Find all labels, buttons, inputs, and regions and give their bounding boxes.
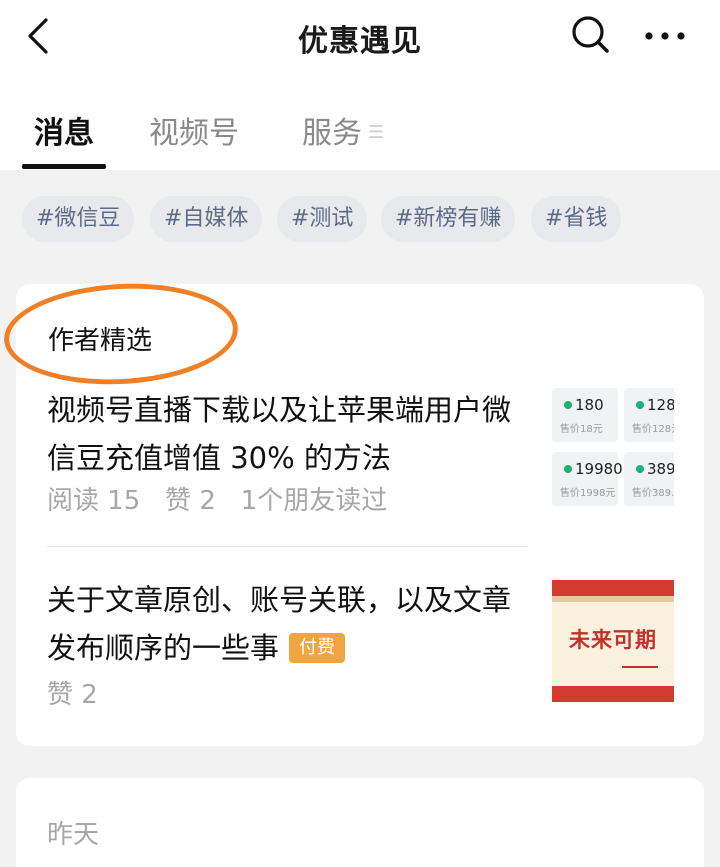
hashtag-row: #微信豆 #自媒体 #测试 #新榜有赚 #省钱	[0, 196, 720, 242]
divider	[47, 546, 527, 547]
section-title: 作者精选	[48, 326, 153, 356]
bean-price-tile: 128 售价128元	[624, 388, 674, 442]
page-title: 优惠遇见	[298, 24, 422, 59]
tab-messages[interactable]: 消息	[34, 108, 94, 152]
bean-icon	[636, 465, 644, 473]
article-title-text: 关于文章原创、账号关联，以及文章发布顺序的一些事	[47, 583, 512, 665]
bean-icon	[564, 401, 572, 409]
bean-price: 售价18元	[560, 424, 603, 435]
bean-price-tile: 3898 售价389.8元	[624, 452, 674, 506]
hashtag-chip[interactable]: #自媒体	[150, 196, 263, 242]
bean-amount: 128	[647, 396, 674, 414]
search-icon[interactable]	[568, 12, 612, 56]
bean-amount: 180	[575, 396, 604, 414]
article-thumbnail[interactable]: 180 售价18元 128 售价128元 19980 售价1998元 3898 …	[552, 388, 674, 510]
date-label: 昨天	[47, 820, 100, 850]
hashtag-chip[interactable]: #新榜有赚	[381, 196, 516, 242]
menu-icon[interactable]: ☰	[368, 122, 384, 143]
bean-amount: 3898	[647, 460, 674, 478]
bean-price: 售价128元	[632, 424, 674, 435]
history-card: 昨天	[16, 778, 704, 867]
more-dots-icon[interactable]	[640, 14, 690, 54]
hashtag-chip[interactable]: #微信豆	[22, 196, 135, 242]
article-meta: 赞 2	[47, 680, 98, 710]
tab-services[interactable]: 服务	[302, 108, 362, 152]
tab-bar: 消息 视频号 服务 ☰	[0, 92, 720, 170]
top-bar: 优惠遇见 消息 视频号 服务 ☰	[0, 0, 720, 170]
bean-price-tile: 180 售价18元	[552, 388, 618, 442]
navigation-bar: 优惠遇见	[0, 0, 720, 72]
tab-channels[interactable]: 视频号	[149, 108, 239, 152]
article-title[interactable]: 视频号直播下载以及让苹果端用户微信豆充值增值 30% 的方法	[47, 386, 531, 482]
article-meta: 阅读 15 赞 2 1个朋友读过	[47, 486, 388, 516]
bean-price: 售价1998元	[560, 488, 616, 499]
bean-price: 售价389.8元	[632, 488, 674, 499]
hashtag-chip[interactable]: #测试	[277, 196, 368, 242]
thumbnail-text: 未来可期	[569, 627, 657, 652]
bean-price-tile: 19980 售价1998元	[552, 452, 623, 506]
bean-icon	[564, 465, 572, 473]
article-title[interactable]: 关于文章原创、账号关联，以及文章发布顺序的一些事 付费	[47, 576, 531, 672]
featured-card: 作者精选 视频号直播下载以及让苹果端用户微信豆充值增值 30% 的方法 阅读 1…	[1, 277, 704, 746]
bean-amount: 19980	[575, 460, 623, 478]
hashtag-chip[interactable]: #省钱	[531, 196, 622, 242]
active-tab-indicator	[22, 164, 106, 169]
article-thumbnail[interactable]: 未来可期	[552, 580, 674, 702]
paid-badge: 付费	[289, 633, 346, 663]
bean-icon	[636, 401, 644, 409]
